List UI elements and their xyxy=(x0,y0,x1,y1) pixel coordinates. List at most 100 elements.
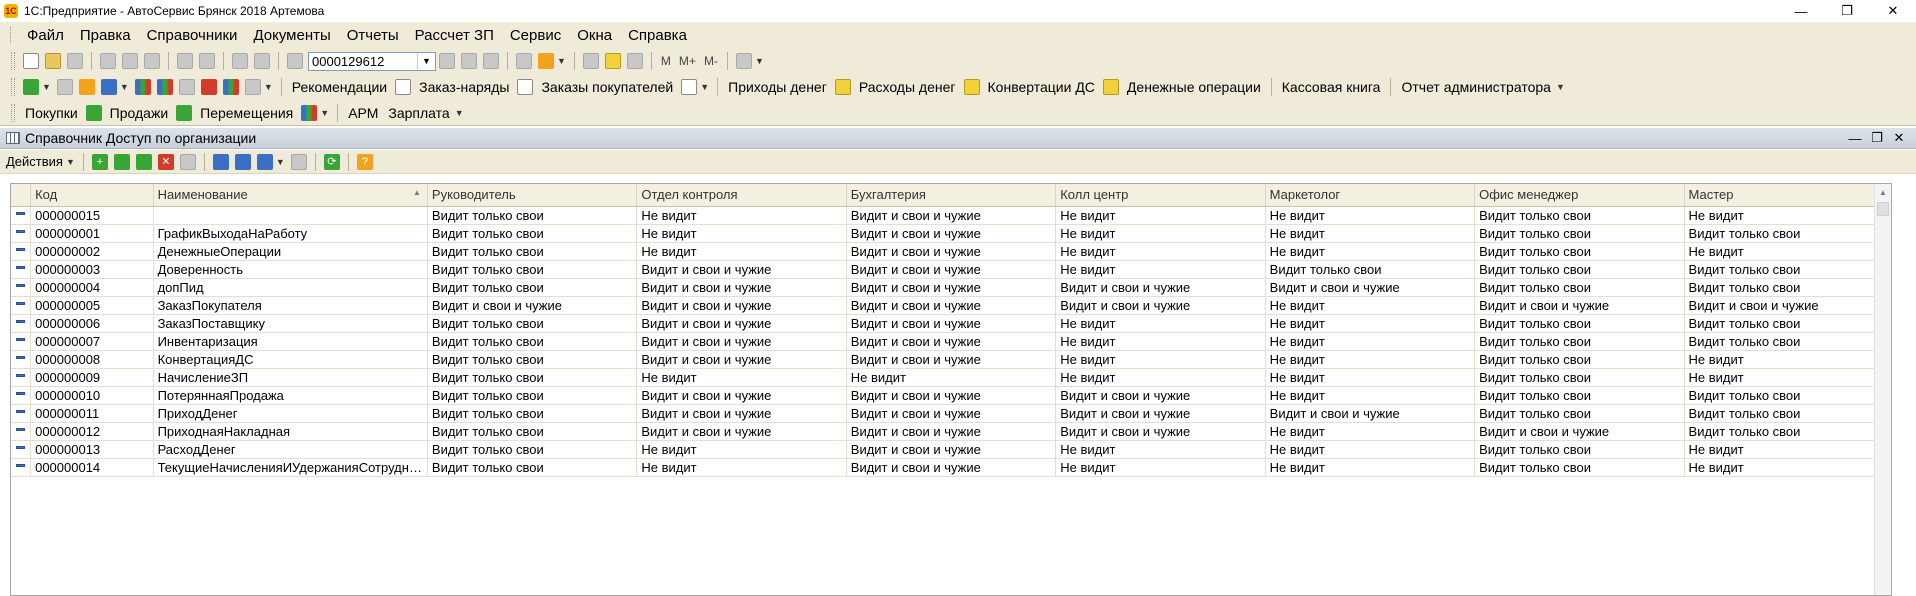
table-row[interactable]: 000000009 НачислениеЗП Видит только свои Не… xyxy=(11,368,1891,387)
transfers-icon[interactable] xyxy=(301,104,318,121)
cell-name[interactable]: ТекущиеНачисленияИУдержанияСотрудников xyxy=(153,458,428,477)
cell-office-manager[interactable]: Видит только свои xyxy=(1474,350,1685,369)
money-in-icon[interactable] xyxy=(834,79,851,95)
work-orders-button[interactable]: Заказ-наряды xyxy=(414,79,514,95)
search-field[interactable]: ▼ xyxy=(308,51,436,71)
memory-minus-button[interactable]: M- xyxy=(700,54,722,68)
sales-button[interactable]: Продажи xyxy=(105,105,173,121)
cell-manager[interactable]: Видит только свои xyxy=(427,206,638,225)
table-row[interactable]: 000000001 ГрафикВыходаНаРаботу Видит тольк… xyxy=(11,224,1891,243)
cell-code[interactable]: 000000006 xyxy=(30,314,154,333)
document-icon[interactable] xyxy=(681,79,698,95)
cell-master[interactable]: Не видит xyxy=(1684,440,1891,459)
cell-call-center[interactable]: Не видит xyxy=(1055,440,1266,459)
purchases-icon[interactable] xyxy=(85,104,102,121)
cell-office-manager[interactable]: Видит только свои xyxy=(1474,440,1685,459)
column-header-accounting[interactable]: Бухгалтерия xyxy=(846,184,1057,207)
refresh-icon[interactable]: ⟳ xyxy=(323,153,340,170)
cell-call-center[interactable]: Видит и свои и чужие xyxy=(1055,296,1266,315)
table-row[interactable]: 000000004 допПид Видит только свои Видит и … xyxy=(11,278,1891,297)
table-row[interactable]: 000000007 Инвентаризация Видит только свои… xyxy=(11,332,1891,351)
table-row[interactable]: 000000010 ПотеряннаяПродажа Видит только с… xyxy=(11,386,1891,405)
table-row[interactable]: 000000005 ЗаказПокупателя Видит и свои и ч… xyxy=(11,296,1891,315)
cell-control-dept[interactable]: Видит и свои и чужие xyxy=(636,260,847,279)
tools-icon[interactable] xyxy=(735,53,752,69)
find-next-icon[interactable] xyxy=(461,53,477,69)
cell-master[interactable]: Видит только свои xyxy=(1684,332,1891,351)
table-row[interactable]: 000000006 ЗаказПоставщику Видит только сво… xyxy=(11,314,1891,333)
cell-marketer[interactable]: Не видит xyxy=(1265,206,1476,225)
post-icon[interactable] xyxy=(179,153,196,170)
menu-help[interactable]: Справка xyxy=(620,27,695,44)
cell-control-dept[interactable]: Не видит xyxy=(636,242,847,261)
cell-office-manager[interactable]: Видит и свои и чужие xyxy=(1474,422,1685,441)
cell-control-dept[interactable]: Видит и свои и чужие xyxy=(636,314,847,333)
cell-accounting[interactable]: Видит и свои и чужие xyxy=(846,458,1057,477)
column-header-marketer[interactable]: Маркетолог xyxy=(1265,184,1476,207)
cell-marketer[interactable]: Не видит xyxy=(1265,350,1476,369)
cell-marketer[interactable]: Видит только свои xyxy=(1265,260,1476,279)
cell-manager[interactable]: Видит только свои xyxy=(427,242,638,261)
cell-master[interactable]: Видит только свои xyxy=(1684,224,1891,243)
cell-name[interactable]: ЗаказПокупателя xyxy=(153,296,428,315)
minimize-button[interactable]: — xyxy=(1778,0,1824,22)
memory-plus-button[interactable]: M+ xyxy=(675,54,700,68)
cell-control-dept[interactable]: Не видит xyxy=(636,458,847,477)
chevron-down-icon[interactable]: ▼ xyxy=(276,157,285,167)
save-icon[interactable] xyxy=(67,53,83,69)
gear-icon[interactable] xyxy=(23,79,39,95)
cell-accounting[interactable]: Видит и свои и чужие xyxy=(846,278,1057,297)
cell-master[interactable]: Видит только свои xyxy=(1684,260,1891,279)
info-icon[interactable] xyxy=(538,53,554,69)
cell-manager[interactable]: Видит только свои xyxy=(427,224,638,243)
cell-control-dept[interactable]: Видит и свои и чужие xyxy=(636,386,847,405)
close-button[interactable]: ✕ xyxy=(1870,0,1916,22)
cell-code[interactable]: 000000013 xyxy=(30,440,154,459)
cell-call-center[interactable]: Не видит xyxy=(1055,242,1266,261)
cell-marketer[interactable]: Не видит xyxy=(1265,242,1476,261)
menu-windows[interactable]: Окна xyxy=(569,27,620,44)
cell-manager[interactable]: Видит только свои xyxy=(427,458,638,477)
cell-code[interactable]: 000000012 xyxy=(30,422,154,441)
menu-reports[interactable]: Отчеты xyxy=(339,27,407,44)
column-header-marker[interactable] xyxy=(11,184,32,207)
table-row[interactable]: 000000013 РасходДенег Видит только свои Не … xyxy=(11,440,1891,459)
cell-accounting[interactable]: Видит и свои и чужие xyxy=(846,386,1057,405)
cell-name[interactable]: ПотеряннаяПродажа xyxy=(153,386,428,405)
cell-accounting[interactable]: Не видит xyxy=(846,368,1057,387)
toolbar-grip[interactable] xyxy=(11,52,15,70)
cell-marketer[interactable]: Не видит xyxy=(1265,224,1476,243)
cell-name[interactable]: НачислениеЗП xyxy=(153,368,428,387)
cell-master[interactable]: Видит только свои xyxy=(1684,422,1891,441)
admin-report-button[interactable]: Отчет администратора xyxy=(1396,79,1555,95)
minimize-icon[interactable]: — xyxy=(1844,129,1866,147)
cell-call-center[interactable]: Видит и свои и чужие xyxy=(1055,386,1266,405)
cell-call-center[interactable]: Не видит xyxy=(1055,314,1266,333)
cell-control-dept[interactable]: Не видит xyxy=(636,440,847,459)
menu-service[interactable]: Сервис xyxy=(502,27,569,44)
cell-office-manager[interactable]: Видит и свои и чужие xyxy=(1474,296,1685,315)
cell-accounting[interactable]: Видит и свои и чужие xyxy=(846,260,1057,279)
search-icon[interactable] xyxy=(287,53,303,69)
cell-office-manager[interactable]: Видит только свои xyxy=(1474,314,1685,333)
cell-call-center[interactable]: Не видит xyxy=(1055,368,1266,387)
cell-accounting[interactable]: Видит и свои и чужие xyxy=(846,224,1057,243)
column-header-office-manager[interactable]: Офис менеджер xyxy=(1474,184,1685,207)
calculator-icon[interactable] xyxy=(582,53,599,69)
column-header-code[interactable]: Код xyxy=(30,184,154,207)
cell-office-manager[interactable]: Видит только свои xyxy=(1474,332,1685,351)
customer-orders-button[interactable]: Заказы покупателей xyxy=(536,79,678,95)
print-preview-icon[interactable] xyxy=(199,53,215,69)
cell-code[interactable]: 000000009 xyxy=(30,368,154,387)
open-folder-icon[interactable] xyxy=(45,53,61,69)
cell-master[interactable]: Видит только свои xyxy=(1684,314,1891,333)
document-icon[interactable] xyxy=(395,79,412,95)
cell-control-dept[interactable]: Не видит xyxy=(636,368,847,387)
cell-marketer[interactable]: Не видит xyxy=(1265,440,1476,459)
cell-accounting[interactable]: Видит и свои и чужие xyxy=(846,404,1057,423)
column-header-control-dept[interactable]: Отдел контроля xyxy=(636,184,847,207)
cell-manager[interactable]: Видит только свои xyxy=(427,368,638,387)
cell-office-manager[interactable]: Видит только свои xyxy=(1474,278,1685,297)
cell-master[interactable]: Видит и свои и чужие xyxy=(1684,296,1891,315)
cell-call-center[interactable]: Не видит xyxy=(1055,350,1266,369)
